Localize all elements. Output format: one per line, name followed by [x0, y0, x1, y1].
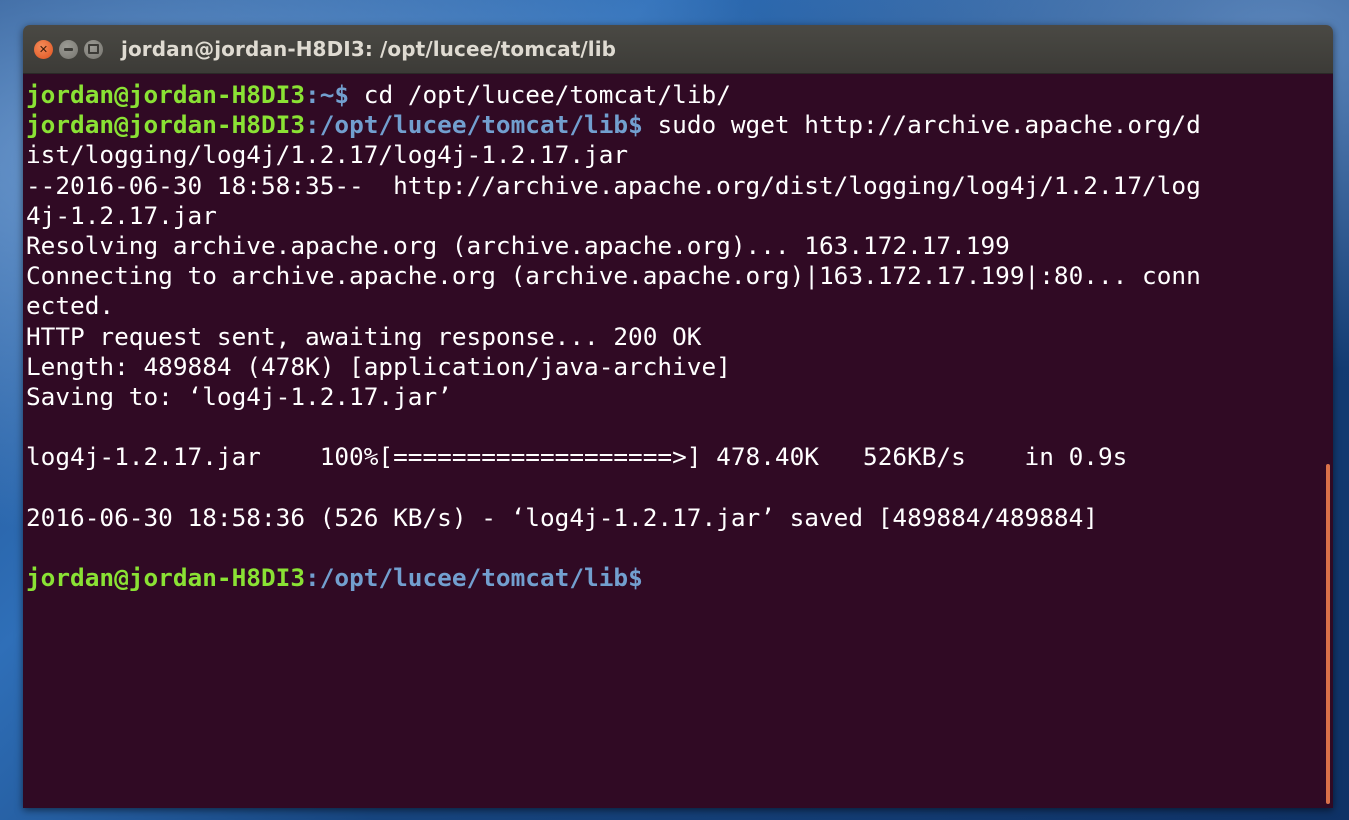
terminal-line: Connecting to archive.apache.org (archiv… — [26, 261, 1333, 291]
terminal-line: log4j-1.2.17.jar 100%[==================… — [26, 442, 1333, 472]
minimize-icon[interactable] — [59, 39, 78, 59]
terminal-output[interactable]: jordan@jordan-H8DI3:~$ cd /opt/lucee/tom… — [23, 74, 1333, 808]
line-text: sudo wget http://archive.apache.org/d — [642, 110, 1201, 140]
terminal-line: 2016-06-30 18:58:36 (526 KB/s) - ‘log4j-… — [26, 503, 1333, 533]
terminal-line: --2016-06-30 18:58:35-- http://archive.a… — [26, 171, 1333, 201]
window-controls: ✕ — [34, 39, 109, 59]
line-text: Connecting to archive.apache.org (archiv… — [26, 261, 1201, 291]
terminal-line: ected. — [26, 291, 1333, 321]
terminal-line: 4j-1.2.17.jar — [26, 201, 1333, 231]
close-icon[interactable]: ✕ — [34, 39, 53, 59]
line-text: 2016-06-30 18:58:36 (526 KB/s) - ‘log4j-… — [26, 502, 1098, 532]
line-text: log4j-1.2.17.jar 100%[==================… — [26, 442, 1128, 472]
line-text: cd /opt/lucee/tomcat/lib/ — [349, 80, 731, 109]
terminal-line: Resolving archive.apache.org (archive.ap… — [26, 231, 1333, 261]
line-text: Length: 489884 (478K) [application/java-… — [26, 351, 731, 381]
line-text: ist/logging/log4j/1.2.17/log4j-1.2.17.ja… — [26, 140, 629, 170]
prompt-user: jordan@jordan-H8DI3 — [26, 110, 306, 140]
terminal-window: ✕ jordan@jordan-H8DI3: /opt/lucee/tomcat… — [23, 25, 1333, 808]
prompt-path: :/opt/lucee/tomcat/lib$ — [305, 110, 643, 140]
terminal-line: Length: 489884 (478K) [application/java-… — [26, 352, 1333, 382]
prompt-user: jordan@jordan-H8DI3 — [26, 563, 306, 592]
line-text: ected. — [26, 291, 115, 321]
terminal-line: jordan@jordan-H8DI3:/opt/lucee/tomcat/li… — [26, 110, 1333, 140]
terminal-line: Saving to: ‘log4j-1.2.17.jar’ — [26, 382, 1333, 412]
line-text: Saving to: ‘log4j-1.2.17.jar’ — [26, 381, 452, 411]
title-bar[interactable]: ✕ jordan@jordan-H8DI3: /opt/lucee/tomcat… — [23, 25, 1333, 74]
prompt-path: :~$ — [305, 80, 350, 109]
line-text: --2016-06-30 18:58:35-- http://archive.a… — [26, 170, 1201, 200]
terminal-line: ist/logging/log4j/1.2.17/log4j-1.2.17.ja… — [26, 140, 1333, 170]
line-text: HTTP request sent, awaiting response... … — [26, 321, 702, 351]
maximize-icon[interactable] — [84, 39, 103, 59]
terminal-line: HTTP request sent, awaiting response... … — [26, 322, 1333, 352]
terminal-line: jordan@jordan-H8DI3:/opt/lucee/tomcat/li… — [26, 563, 1333, 593]
line-text: 4j-1.2.17.jar — [26, 200, 217, 230]
prompt-path: :/opt/lucee/tomcat/lib$ — [305, 563, 643, 592]
line-text: Resolving archive.apache.org (archive.ap… — [26, 230, 1010, 260]
prompt-user: jordan@jordan-H8DI3 — [26, 80, 306, 109]
window-title: jordan@jordan-H8DI3: /opt/lucee/tomcat/l… — [121, 37, 617, 61]
scrollbar[interactable] — [1326, 464, 1330, 804]
terminal-line: jordan@jordan-H8DI3:~$ cd /opt/lucee/tom… — [26, 80, 1333, 110]
